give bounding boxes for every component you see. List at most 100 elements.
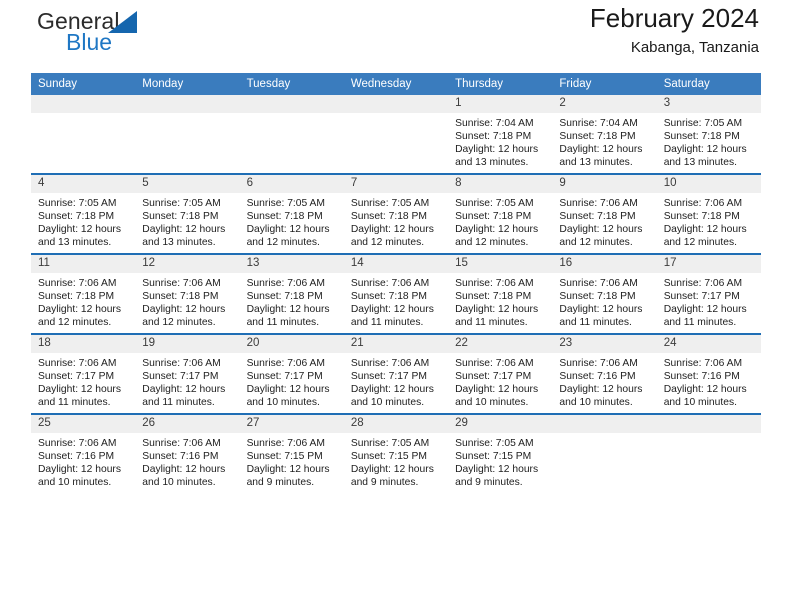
day-sun-info: Sunrise: 7:06 AM Sunset: 7:18 PM Daylight:… bbox=[240, 273, 344, 329]
day-info-line: and 13 minutes. bbox=[38, 237, 112, 249]
calendar-day-cell[interactable]: 13 Sunrise: 7:06 AM Sunset: 7:18 PM Dayligh… bbox=[239, 253, 344, 334]
day-info-line: Sunrise: 7:06 AM bbox=[142, 358, 221, 369]
calendar-week-row: 4 Sunrise: 7:05 AM Sunset: 7:18 PM Daylight… bbox=[31, 173, 761, 254]
calendar-cell-empty bbox=[552, 413, 657, 493]
calendar-day-cell[interactable]: 5 Sunrise: 7:05 AM Sunset: 7:18 PM Daylight… bbox=[135, 173, 240, 254]
day-info-line: Daylight: 12 hours bbox=[350, 224, 434, 236]
weekday-header-thursday: Thursday bbox=[448, 73, 553, 95]
day-info-line: and 10 minutes. bbox=[559, 397, 633, 409]
day-sun-info bbox=[344, 113, 448, 117]
day-info-line: and 12 minutes. bbox=[142, 317, 216, 329]
day-info-line: Sunset: 7:18 PM bbox=[246, 291, 323, 303]
calendar-page: General Blue February 2024 Kabanga, Tanz… bbox=[0, 0, 792, 612]
calendar-day-cell[interactable]: 15 Sunrise: 7:06 AM Sunset: 7:18 PM Dayligh… bbox=[448, 253, 553, 334]
calendar-day-cell[interactable]: 20 Sunrise: 7:06 AM Sunset: 7:17 PM Dayligh… bbox=[239, 333, 344, 414]
day-sun-info: Sunrise: 7:06 AM Sunset: 7:18 PM Daylight:… bbox=[448, 273, 552, 329]
calendar-day-cell[interactable]: 3 Sunrise: 7:05 AM Sunset: 7:18 PM Daylight… bbox=[656, 95, 761, 174]
day-number: 16 bbox=[552, 255, 657, 273]
day-sun-info bbox=[135, 113, 239, 117]
calendar-day-cell[interactable]: 11 Sunrise: 7:06 AM Sunset: 7:18 PM Dayligh… bbox=[31, 253, 136, 334]
title-block: February 2024 Kabanga, Tanzania bbox=[590, 3, 759, 56]
day-number: 19 bbox=[135, 335, 240, 353]
general-blue-logo[interactable]: General Blue bbox=[37, 10, 257, 70]
calendar-day-cell[interactable]: 22 Sunrise: 7:06 AM Sunset: 7:17 PM Dayligh… bbox=[448, 333, 553, 414]
day-sun-info: Sunrise: 7:06 AM Sunset: 7:17 PM Daylight:… bbox=[135, 353, 239, 409]
day-number bbox=[552, 415, 657, 433]
day-info-line: and 10 minutes. bbox=[350, 397, 425, 409]
calendar-day-cell[interactable]: 21 Sunrise: 7:06 AM Sunset: 7:17 PM Dayligh… bbox=[343, 333, 449, 414]
calendar-day-cell[interactable]: 7 Sunrise: 7:05 AM Sunset: 7:18 PM Daylight… bbox=[343, 173, 449, 254]
calendar-day-cell[interactable]: 27 Sunrise: 7:06 AM Sunset: 7:15 PM Dayligh… bbox=[239, 413, 344, 493]
day-info-line: and 13 minutes. bbox=[142, 237, 216, 249]
day-info-line: Daylight: 12 hours bbox=[455, 304, 539, 316]
day-info-line: Sunrise: 7:06 AM bbox=[559, 278, 638, 289]
day-info-line: Sunset: 7:16 PM bbox=[663, 371, 740, 383]
calendar-day-cell[interactable]: 4 Sunrise: 7:05 AM Sunset: 7:18 PM Daylight… bbox=[31, 173, 136, 254]
day-info-line: and 13 minutes. bbox=[663, 157, 737, 169]
calendar-day-cell[interactable]: 12 Sunrise: 7:06 AM Sunset: 7:18 PM Dayligh… bbox=[135, 253, 240, 334]
day-info-line: Sunset: 7:18 PM bbox=[38, 291, 115, 303]
day-info-line: Daylight: 12 hours bbox=[455, 144, 539, 156]
calendar-day-cell[interactable]: 10 Sunrise: 7:06 AM Sunset: 7:18 PM Dayligh… bbox=[656, 173, 761, 254]
day-info-line: Daylight: 12 hours bbox=[663, 384, 747, 396]
day-sun-info: Sunrise: 7:06 AM Sunset: 7:17 PM Daylight:… bbox=[31, 353, 135, 409]
day-info-line: Daylight: 12 hours bbox=[559, 224, 643, 236]
day-info-line: Daylight: 12 hours bbox=[246, 304, 330, 316]
calendar-week-row: 11 Sunrise: 7:06 AM Sunset: 7:18 PM Dayligh… bbox=[31, 253, 761, 334]
day-info-line: Sunrise: 7:06 AM bbox=[350, 358, 430, 369]
calendar-day-cell[interactable]: 26 Sunrise: 7:06 AM Sunset: 7:16 PM Dayligh… bbox=[135, 413, 240, 493]
day-info-line: Sunrise: 7:06 AM bbox=[663, 198, 743, 209]
day-number: 25 bbox=[31, 415, 136, 433]
day-info-line: Sunrise: 7:05 AM bbox=[663, 118, 743, 129]
calendar-day-cell[interactable]: 23 Sunrise: 7:06 AM Sunset: 7:16 PM Dayligh… bbox=[552, 333, 657, 414]
day-sun-info: Sunrise: 7:05 AM Sunset: 7:18 PM Daylight:… bbox=[31, 193, 135, 249]
day-info-line: Daylight: 12 hours bbox=[142, 464, 226, 476]
day-number: 26 bbox=[135, 415, 240, 433]
calendar-day-cell[interactable]: 16 Sunrise: 7:06 AM Sunset: 7:18 PM Dayligh… bbox=[552, 253, 657, 334]
day-info-line: and 11 minutes. bbox=[246, 317, 320, 329]
day-info-line: Daylight: 12 hours bbox=[663, 304, 747, 316]
day-info-line: and 13 minutes. bbox=[455, 157, 529, 169]
weekday-header-friday: Friday bbox=[552, 73, 657, 95]
day-info-line: Sunrise: 7:05 AM bbox=[455, 438, 534, 449]
day-sun-info: Sunrise: 7:05 AM Sunset: 7:18 PM Daylight:… bbox=[135, 193, 239, 249]
day-sun-info bbox=[657, 433, 761, 437]
day-info-line: and 12 minutes. bbox=[455, 237, 529, 249]
day-info-line: Sunrise: 7:05 AM bbox=[455, 198, 534, 209]
day-number: 8 bbox=[448, 175, 553, 193]
day-info-line: Sunset: 7:18 PM bbox=[142, 211, 219, 223]
day-info-line: Sunset: 7:18 PM bbox=[559, 291, 636, 303]
day-number: 29 bbox=[448, 415, 553, 433]
day-number: 12 bbox=[135, 255, 240, 273]
day-info-line: and 9 minutes. bbox=[350, 477, 419, 489]
calendar-day-cell[interactable]: 18 Sunrise: 7:06 AM Sunset: 7:17 PM Dayligh… bbox=[31, 333, 136, 414]
day-sun-info: Sunrise: 7:06 AM Sunset: 7:17 PM Daylight:… bbox=[344, 353, 448, 409]
day-info-line: Sunset: 7:18 PM bbox=[559, 211, 636, 223]
calendar-day-cell[interactable]: 19 Sunrise: 7:06 AM Sunset: 7:17 PM Dayligh… bbox=[135, 333, 240, 414]
day-info-line: Sunrise: 7:05 AM bbox=[246, 198, 325, 209]
logo-text-blue: Blue bbox=[66, 29, 113, 55]
day-info-line: Sunset: 7:18 PM bbox=[559, 131, 636, 143]
day-info-line: and 12 minutes. bbox=[559, 237, 633, 249]
calendar-cell-empty bbox=[239, 95, 344, 174]
calendar-day-cell[interactable]: 8 Sunrise: 7:05 AM Sunset: 7:18 PM Daylight… bbox=[448, 173, 553, 254]
calendar-day-cell[interactable]: 17 Sunrise: 7:06 AM Sunset: 7:17 PM Dayligh… bbox=[656, 253, 761, 334]
calendar-day-cell[interactable]: 29 Sunrise: 7:05 AM Sunset: 7:15 PM Dayligh… bbox=[448, 413, 553, 493]
day-info-line: and 10 minutes. bbox=[455, 397, 529, 409]
day-info-line: Sunrise: 7:06 AM bbox=[142, 278, 221, 289]
day-info-line: Sunrise: 7:06 AM bbox=[455, 278, 534, 289]
calendar-week-row: 18 Sunrise: 7:06 AM Sunset: 7:17 PM Dayligh… bbox=[31, 333, 761, 414]
calendar-day-cell[interactable]: 14 Sunrise: 7:06 AM Sunset: 7:18 PM Dayligh… bbox=[343, 253, 449, 334]
calendar-day-cell[interactable]: 2 Sunrise: 7:04 AM Sunset: 7:18 PM Daylight… bbox=[552, 95, 657, 174]
calendar-day-cell[interactable]: 1 Sunrise: 7:04 AM Sunset: 7:18 PM Daylight… bbox=[448, 95, 553, 174]
calendar-day-cell[interactable]: 28 Sunrise: 7:05 AM Sunset: 7:15 PM Dayligh… bbox=[343, 413, 449, 493]
calendar-day-cell[interactable]: 6 Sunrise: 7:05 AM Sunset: 7:18 PM Daylight… bbox=[239, 173, 344, 254]
day-info-line: and 12 minutes. bbox=[663, 237, 737, 249]
day-number: 17 bbox=[656, 255, 761, 273]
calendar-day-cell[interactable]: 24 Sunrise: 7:06 AM Sunset: 7:16 PM Dayligh… bbox=[656, 333, 761, 414]
day-info-line: Sunrise: 7:06 AM bbox=[663, 278, 743, 289]
calendar-day-cell[interactable]: 9 Sunrise: 7:06 AM Sunset: 7:18 PM Daylight… bbox=[552, 173, 657, 254]
day-info-line: Sunset: 7:18 PM bbox=[663, 131, 740, 143]
calendar-day-cell[interactable]: 25 Sunrise: 7:06 AM Sunset: 7:16 PM Dayligh… bbox=[31, 413, 136, 493]
day-sun-info: Sunrise: 7:06 AM Sunset: 7:18 PM Daylight:… bbox=[552, 273, 656, 329]
